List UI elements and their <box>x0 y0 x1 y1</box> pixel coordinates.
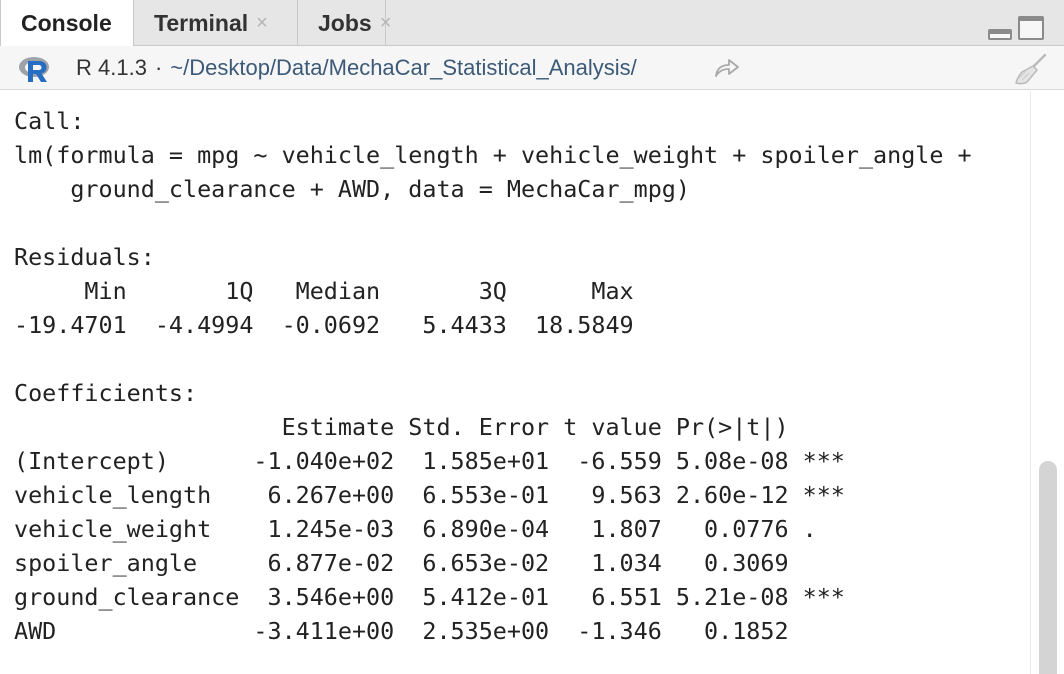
go-to-directory-icon[interactable] <box>714 57 740 79</box>
console-line: lm(formula = mpg ~ vehicle_length + vehi… <box>14 141 972 169</box>
pane-tab-bar: Console Terminal × Jobs × <box>0 0 1064 47</box>
console-scrollbar[interactable] <box>1030 91 1064 674</box>
console-output[interactable]: Call: lm(formula = mpg ~ vehicle_length +… <box>0 91 1030 674</box>
close-icon[interactable]: × <box>256 12 268 35</box>
console-line: Residuals: <box>14 243 155 271</box>
tab-console[interactable]: Console <box>0 0 134 47</box>
maximize-icon[interactable] <box>1018 16 1044 40</box>
rstudio-console-pane: Console Terminal × Jobs × R 4.1.3 · ~/Desk… <box>0 0 1064 674</box>
tab-jobs-label: Jobs <box>318 9 372 36</box>
r-logo-icon <box>19 57 49 82</box>
scrollbar-thumb[interactable] <box>1039 461 1057 674</box>
path-separator: · <box>154 55 163 80</box>
tab-terminal[interactable]: Terminal × <box>134 0 298 46</box>
console-line: spoiler_angle 6.877e-02 6.653e-02 1.034 … <box>14 549 845 577</box>
console-line: ground_clearance + AWD, data = MechaCar_… <box>14 175 690 203</box>
console-line: Min 1Q Median 3Q Max <box>14 277 648 305</box>
console-line: Estimate Std. Error t value Pr(>|t|) <box>14 413 845 441</box>
console-line: vehicle_length 6.267e+00 6.553e-01 9.563… <box>14 481 845 509</box>
tab-console-label: Console <box>21 10 112 36</box>
pane-window-controls <box>988 14 1044 40</box>
console-line: Coefficients: <box>14 379 198 407</box>
console-text: Call: lm(formula = mpg ~ vehicle_length +… <box>14 104 972 674</box>
console-line: -19.4701 -4.4994 -0.0692 5.4433 18.5849 <box>14 311 648 339</box>
r-version: R 4.1.3 <box>76 55 147 80</box>
minimize-icon[interactable] <box>988 29 1012 40</box>
console-line: (Intercept) -1.040e+02 1.585e+01 -6.559 … <box>14 447 845 475</box>
console-line: ground_clearance 3.546e+00 5.412e-01 6.5… <box>14 583 845 611</box>
close-icon[interactable]: × <box>380 12 392 35</box>
tab-terminal-label: Terminal <box>154 9 249 36</box>
console-line: Call: <box>14 107 85 135</box>
console-line: AWD -3.411e+00 2.535e+00 -1.346 0.1852 <box>14 617 845 645</box>
console-path: R 4.1.3 · ~/Desktop/Data/MechaCar_Statisti… <box>76 55 637 81</box>
console-line: vehicle_weight 1.245e-03 6.890e-04 1.807… <box>14 515 845 543</box>
tab-jobs[interactable]: Jobs × <box>298 0 391 46</box>
console-path-bar: R 4.1.3 · ~/Desktop/Data/MechaCar_Statisti… <box>0 46 1064 90</box>
broom-icon[interactable] <box>1014 53 1048 85</box>
working-directory: ~/Desktop/Data/MechaCar_Statistical_Anal… <box>170 55 637 80</box>
